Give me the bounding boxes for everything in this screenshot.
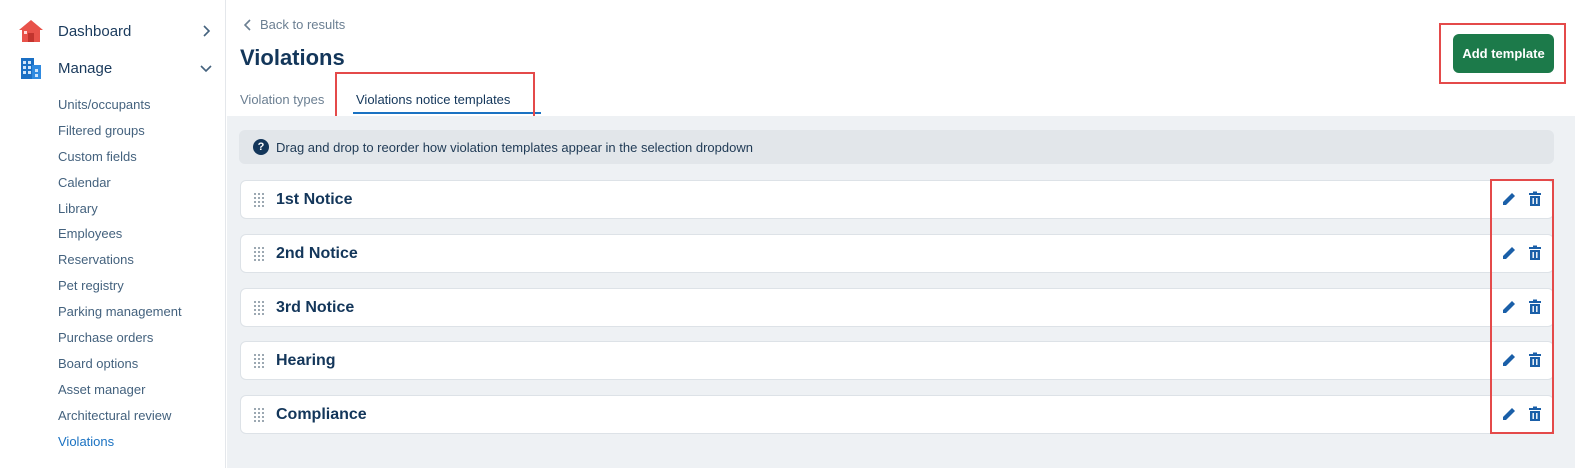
sidebar-item-employees[interactable]: Employees [58, 221, 182, 247]
info-text: Drag and drop to reorder how violation t… [276, 139, 753, 155]
sidebar-item-custom-fields[interactable]: Custom fields [58, 144, 182, 170]
sidebar-item-purchase-orders[interactable]: Purchase orders [58, 325, 182, 351]
back-link-label: Back to results [260, 17, 346, 32]
sidebar-item-board-options[interactable]: Board options [58, 351, 182, 377]
sidebar-item-label: Manage [58, 59, 113, 77]
building-icon [18, 55, 44, 81]
sidebar-item-asset-manager[interactable]: Asset manager [58, 377, 182, 403]
chevron-left-icon [244, 18, 254, 31]
sidebar-item-manage[interactable]: Manage [18, 53, 214, 83]
sidebar-item-pet-registry[interactable]: Pet registry [58, 273, 182, 299]
template-name: 1st Notice [276, 190, 353, 208]
template-row[interactable]: 1st Notice [240, 180, 1554, 219]
page-title: Violations [240, 45, 345, 70]
sidebar-item-parking-management[interactable]: Parking management [58, 299, 182, 325]
drag-handle-icon[interactable] [254, 246, 266, 261]
template-row[interactable]: 3rd Notice [240, 288, 1554, 327]
sidebar-item-library[interactable]: Library [58, 196, 182, 222]
back-to-results-link[interactable]: Back to results [244, 17, 345, 32]
highlight-frame [1490, 179, 1554, 434]
help-icon: ? [253, 139, 269, 155]
sidebar-item-dashboard[interactable]: Dashboard [18, 16, 214, 46]
sidebar-item-label: Dashboard [58, 22, 132, 40]
add-template-button[interactable]: Add template [1453, 34, 1554, 73]
highlight-frame [335, 72, 535, 120]
sidebar: Dashboard Manage Units/occupants Filtere… [0, 0, 226, 468]
sidebar-item-filtered-groups[interactable]: Filtered groups [58, 118, 182, 144]
main-content: Back to results Violations Add template … [227, 0, 1575, 468]
info-banner: ? Drag and drop to reorder how violation… [239, 130, 1554, 164]
template-name: 3rd Notice [276, 298, 355, 316]
sidebar-item-violations[interactable]: Violations [58, 429, 182, 455]
chevron-down-icon [198, 60, 214, 76]
template-row[interactable]: Compliance [240, 395, 1554, 434]
home-icon [18, 18, 44, 44]
template-name: 2nd Notice [276, 244, 358, 262]
sidebar-item-architectural-review[interactable]: Architectural review [58, 403, 182, 429]
chevron-right-icon [198, 23, 214, 39]
drag-handle-icon[interactable] [254, 192, 266, 207]
template-row[interactable]: 2nd Notice [240, 234, 1554, 273]
sidebar-item-reservations[interactable]: Reservations [58, 247, 182, 273]
sidebar-item-units-occupants[interactable]: Units/occupants [58, 92, 182, 118]
template-name: Hearing [276, 351, 336, 369]
tab-violation-types[interactable]: Violation types [240, 92, 324, 107]
drag-handle-icon[interactable] [254, 300, 266, 315]
template-row[interactable]: Hearing [240, 341, 1554, 380]
template-name: Compliance [276, 405, 367, 423]
sidebar-subnav: Units/occupants Filtered groups Custom f… [58, 92, 182, 454]
sidebar-item-calendar[interactable]: Calendar [58, 170, 182, 196]
drag-handle-icon[interactable] [254, 407, 266, 422]
drag-handle-icon[interactable] [254, 353, 266, 368]
